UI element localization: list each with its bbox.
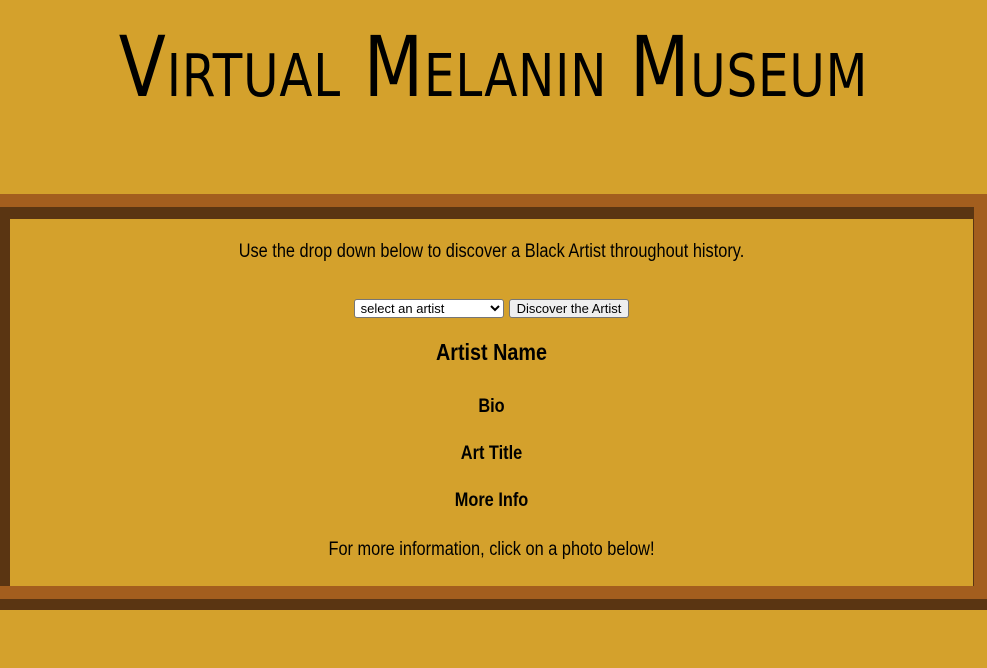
site-title: Virtual Melanin Museum bbox=[118, 18, 869, 116]
artist-name-heading: Artist Name bbox=[435, 339, 548, 365]
more-info-instruction: For more information, click on a photo b… bbox=[328, 539, 655, 560]
discover-artist-button[interactable]: Discover the Artist bbox=[508, 299, 630, 318]
art-title-heading: Art Title bbox=[460, 443, 523, 464]
artist-controls: select an artist Discover the Artist bbox=[10, 299, 973, 318]
artist-select[interactable]: select an artist bbox=[353, 299, 504, 318]
intro-text: Use the drop down below to discover a Bl… bbox=[238, 241, 745, 262]
frame-right-edge bbox=[974, 207, 987, 599]
more-info-heading: More Info bbox=[454, 490, 529, 511]
frame-bottom-edge bbox=[0, 586, 987, 599]
artist-panel: Use the drop down below to discover a Bl… bbox=[10, 219, 973, 586]
bio-heading: Bio bbox=[478, 396, 505, 417]
frame-top-edge bbox=[0, 194, 987, 207]
